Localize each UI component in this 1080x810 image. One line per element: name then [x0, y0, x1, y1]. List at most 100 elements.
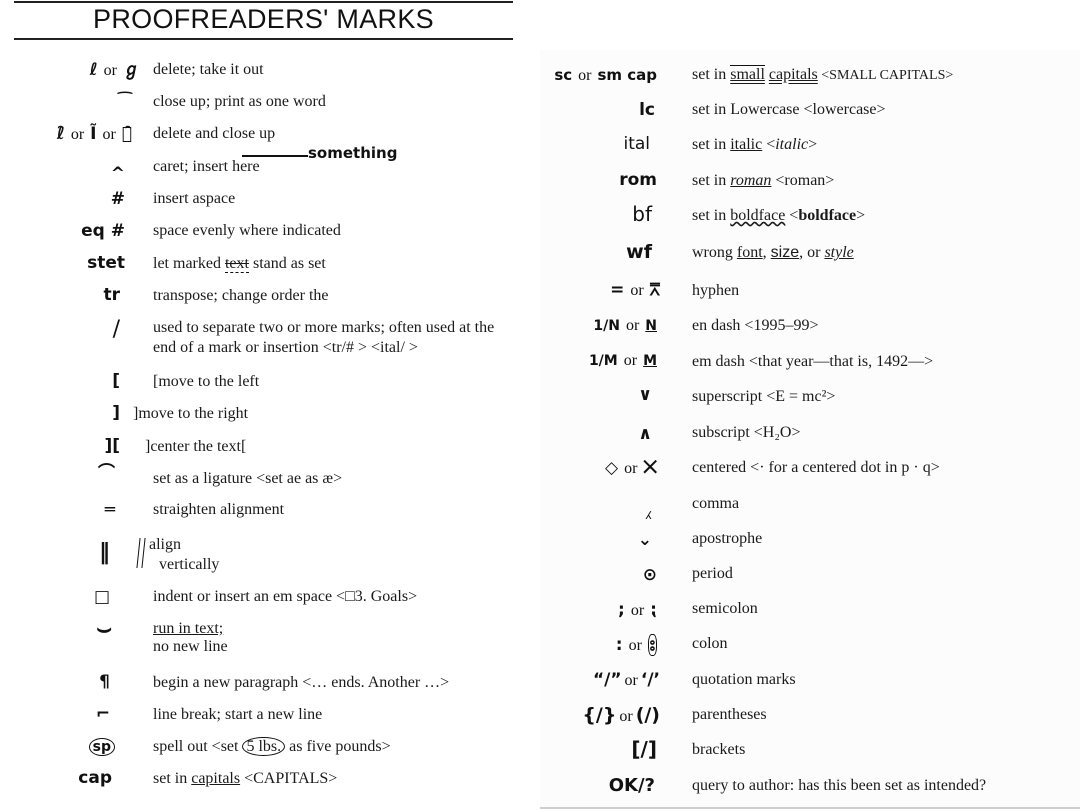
desc-boldface: set in boldface <boldface> — [692, 207, 866, 224]
move-left-mark-icon: [ — [112, 371, 120, 391]
or-label: or — [103, 62, 117, 79]
desc-straighten: straighten alignment — [153, 501, 285, 518]
desc-ligature: set as a ligature <set ae as æ> — [153, 470, 343, 487]
mark-small-caps: sc or sm cap — [545, 65, 657, 86]
underlined-text: capitals — [768, 66, 818, 83]
desc-delete: delete; take it out — [153, 61, 264, 78]
desc-text: spell out <set — [153, 738, 243, 755]
spell-out-mark-icon: sp — [40, 736, 115, 757]
desc-align: align vertically — [149, 535, 219, 575]
struck-text: text — [224, 255, 249, 273]
desc-space-evenly: space evenly where indicated — [153, 222, 341, 239]
center-mark-icon: ][ — [104, 436, 120, 456]
or-label: or — [628, 637, 642, 654]
desc-text: , or — [799, 244, 825, 261]
desc-slash: used to separate two or more marks; ofte… — [153, 319, 495, 356]
title-rule-bottom — [14, 38, 513, 40]
quotation-mark-icon: “/” — [592, 670, 622, 690]
desc-roman: set in roman <roman> — [692, 171, 834, 191]
desc-transpose: transpose; change order the — [153, 287, 329, 304]
colon-alt-mark-icon: ⦂ — [647, 634, 657, 656]
slash-mark-icon: / — [112, 317, 120, 342]
desc-center: ]center the text[ — [145, 438, 247, 455]
or-label: or — [578, 67, 592, 84]
semicolon-alt-mark-icon: ⁏ — [650, 600, 657, 620]
desc-spell-out: spell out <set 5 lbs. as five pounds> — [153, 737, 391, 757]
desc-text: , — [762, 244, 771, 261]
straighten-mark-icon: ═ — [104, 500, 115, 520]
italic-mark-icon: ital — [623, 134, 650, 154]
desc-align-line1: align — [149, 536, 181, 553]
desc-brackets: brackets — [692, 741, 746, 758]
or-label: or — [624, 672, 638, 689]
desc-period: period — [692, 565, 733, 582]
or-label: or — [619, 708, 633, 725]
circled-text: 5 lbs. — [242, 737, 286, 756]
mark-en-dash: 1/N or N — [545, 316, 657, 336]
subscript-mark-icon: ∧ — [638, 424, 652, 444]
desc-small-caps: set in small capitals <SMALL CAPITALS> — [692, 65, 953, 86]
delete-close-mark-icon: ℓ̑ — [56, 124, 65, 144]
desc-run-in: run in text; no new line — [153, 620, 228, 656]
desc-move-left: [move to the left — [153, 373, 260, 390]
en-dash-alt-mark-icon: N — [645, 318, 657, 334]
mark-parentheses: {/} or (/) — [535, 705, 660, 727]
desc-insert-space: insert aspace — [153, 190, 236, 207]
underlined-text: small — [730, 65, 765, 83]
space-mark-icon: # — [110, 189, 125, 209]
desc-quotation: quotation marks — [692, 671, 796, 688]
desc-subscript: subscript <H₂O> — [692, 424, 801, 441]
desc-text: stand as set — [248, 255, 326, 272]
desc-text: set in — [692, 66, 731, 83]
parentheses-mark-icon: {/} — [582, 704, 617, 726]
mark-colon: : or ⦂ — [545, 634, 657, 656]
caret-mark-icon: ^ — [110, 164, 125, 184]
wavy-underlined-text: boldface — [730, 207, 786, 224]
apostrophe-mark-icon: ⌄ — [637, 530, 652, 550]
delete-mark-icon: ℓ — [89, 60, 98, 80]
move-right-mark-icon: ] — [112, 403, 120, 423]
mark-delete: ℓ or ℊ — [40, 60, 140, 81]
or-label: or — [625, 317, 640, 334]
desc-move-right: ]move to the right — [133, 405, 249, 422]
underlined-text: italic — [730, 136, 763, 153]
cap-mark-icon: cap — [78, 768, 112, 788]
close-up-mark-icon: ⁀ — [117, 92, 132, 112]
or-label: or — [630, 602, 645, 619]
desc-text: <roman> — [771, 172, 835, 189]
desc-superscript: superscript <E = mc²> — [692, 388, 836, 405]
align-mark-icon: ‖ — [99, 540, 110, 565]
desc-comma: comma — [692, 495, 740, 512]
caret-annotation: something — [308, 144, 398, 162]
mark-em-dash: 1/M or M — [545, 351, 657, 371]
stet-mark-icon: stet — [87, 253, 125, 273]
or-label: or — [630, 282, 644, 299]
comma-mark-icon: ⁁ — [646, 500, 652, 520]
desc-close-up: close up; print as one word — [153, 93, 326, 110]
desc-caret: caret; insert here — [153, 158, 260, 175]
italic-text: italic — [775, 136, 809, 153]
underlined-text: font — [736, 244, 763, 261]
hyphen-mark-icon: = — [610, 280, 625, 300]
desc-text: <SMALL CAPITALS> — [817, 68, 954, 83]
equal-space-mark-icon: eq # — [81, 221, 125, 241]
delete-mark-alt-icon: ℊ — [123, 60, 140, 80]
mark-quotation: “/” or ‘/’ — [535, 670, 660, 691]
desc-run-in-line2: no new line — [153, 638, 228, 655]
sc-mark-icon: sc — [554, 66, 573, 84]
run-in-mark-icon: ⌣ — [96, 614, 112, 642]
desc-paragraph: begin a new paragraph <… ends. Another …… — [153, 674, 450, 691]
centered-alt-mark-icon: ⨉ — [643, 458, 657, 478]
desc-stet: let marked text stand as set — [153, 254, 326, 274]
underlined-text: capitals — [191, 770, 241, 787]
desc-capitals: set in capitals <CAPITALS> — [153, 769, 337, 789]
mark-delete-close: ℓ̑ or Ĩor ℊ̑ — [10, 124, 132, 145]
parentheses-alt-mark-icon: (/) — [635, 704, 660, 726]
desc-run-in-line1: run in text; — [153, 620, 224, 637]
em-dash-mark-icon: 1/M — [588, 353, 618, 369]
paragraph-mark-icon: ¶ — [99, 672, 110, 692]
desc-text: set in — [153, 770, 192, 787]
desc-en-dash: en dash <1995–99> — [692, 317, 819, 334]
lowercase-mark-icon: lc — [639, 100, 655, 120]
desc-text: as five pounds> — [285, 738, 391, 755]
